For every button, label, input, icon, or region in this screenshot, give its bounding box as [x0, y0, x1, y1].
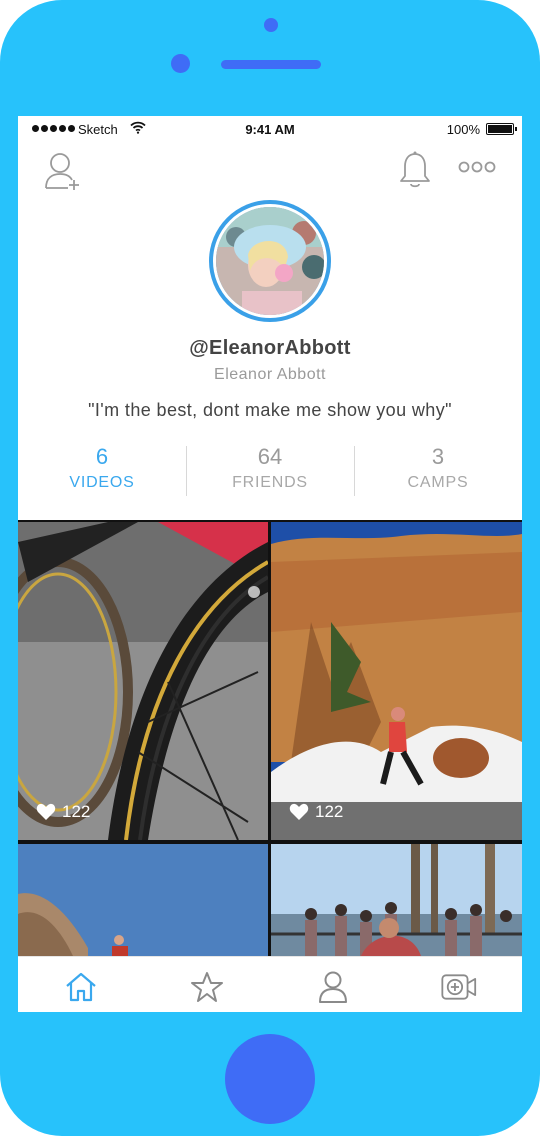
stat-videos-tab[interactable]: 6 VIDEOS: [18, 442, 186, 498]
tab-profile[interactable]: [315, 969, 351, 1005]
earpiece-speaker: [221, 60, 321, 69]
heart-icon: [289, 803, 309, 820]
video-grid: 122 122: [18, 520, 522, 956]
like-count: 122: [36, 802, 90, 822]
like-count: 122: [289, 802, 343, 822]
star-icon: [191, 972, 223, 1002]
app-screen: Sketch 9:41 AM 100% @EleanorAbbott Elean…: [18, 116, 522, 1012]
profile-bio: "I'm the best, dont make me show you why…: [88, 400, 452, 420]
battery-icon: [486, 123, 517, 135]
tab-bar: [18, 956, 522, 1012]
avatar[interactable]: [209, 200, 331, 322]
bicycle-wheel-image: [18, 522, 268, 840]
avatar-photo: [216, 207, 324, 315]
full-name: Eleanor Abbott: [214, 366, 326, 383]
tab-record[interactable]: [441, 969, 477, 1005]
more-icon[interactable]: [458, 160, 496, 174]
video-thumbnail[interactable]: [18, 844, 268, 956]
tab-home[interactable]: [63, 969, 99, 1005]
heart-icon: [36, 803, 56, 820]
crowd-pier-image: [271, 844, 522, 956]
video-add-icon: [441, 974, 477, 1000]
stat-count: 3: [431, 444, 445, 469]
proximity-sensor: [171, 54, 190, 73]
add-user-icon[interactable]: [44, 152, 82, 192]
stat-friends-tab[interactable]: 64 FRIENDS: [186, 442, 354, 498]
video-thumbnail[interactable]: 122: [18, 522, 268, 840]
home-button[interactable]: [225, 1034, 315, 1124]
runner-cliff-image: [271, 522, 522, 840]
tab-favorites[interactable]: [189, 969, 225, 1005]
status-bar: Sketch 9:41 AM 100%: [18, 116, 522, 144]
phone-frame: Sketch 9:41 AM 100% @EleanorAbbott Elean…: [0, 0, 540, 1136]
battery-percent: 100%: [446, 122, 480, 137]
profile-icon: [319, 971, 347, 1003]
home-icon: [66, 972, 96, 1002]
front-camera: [264, 18, 278, 32]
bell-icon[interactable]: [398, 150, 432, 190]
video-thumbnail[interactable]: 122: [271, 522, 522, 840]
stat-label: FRIENDS: [232, 474, 308, 491]
like-count-value: 122: [315, 802, 344, 821]
stat-label: CAMPS: [407, 474, 469, 491]
stat-count: 6: [95, 444, 109, 469]
stat-label: VIDEOS: [69, 474, 135, 491]
video-thumbnail[interactable]: [271, 844, 522, 956]
like-count-value: 122: [62, 802, 91, 821]
stat-camps-tab[interactable]: 3 CAMPS: [354, 442, 522, 498]
username: @EleanorAbbott: [189, 337, 351, 359]
stat-count: 64: [257, 444, 283, 469]
profile-stats: 6 VIDEOS 64 FRIENDS 3 CAMPS: [18, 442, 522, 498]
rock-sky-image: [18, 844, 268, 956]
